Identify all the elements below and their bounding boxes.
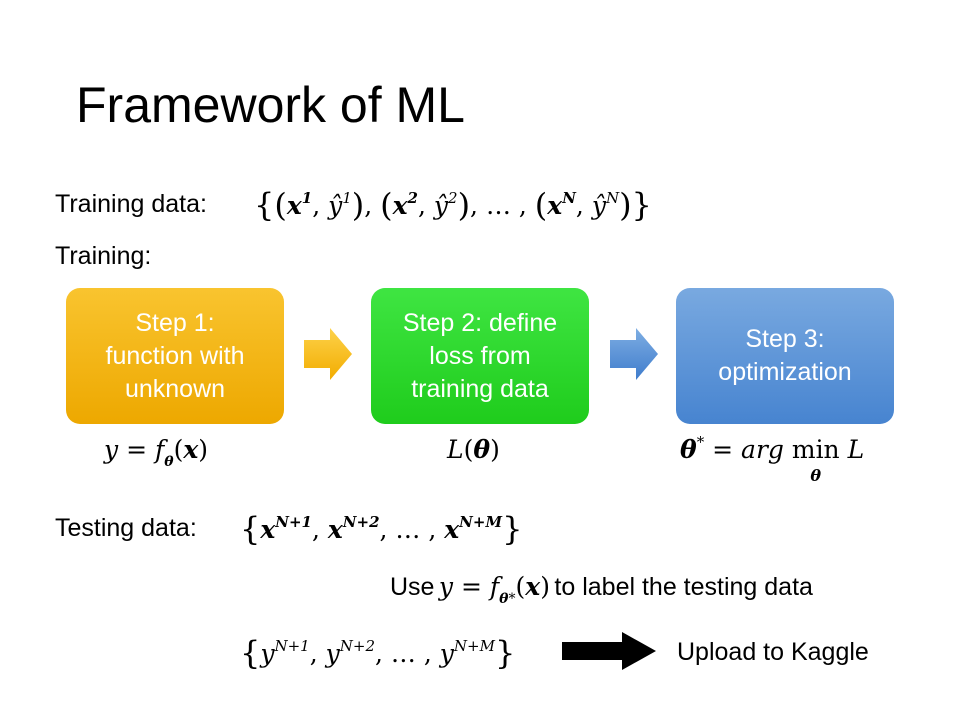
testing-x1: x (260, 515, 276, 544)
training-yhat1: ŷ (328, 191, 343, 220)
training-x2: x (392, 191, 408, 220)
step2-theta: θ (473, 435, 491, 464)
use-x: x (525, 572, 541, 601)
output-y2: y (325, 639, 340, 668)
step3-L: L (847, 435, 865, 464)
use-eq: = (461, 572, 482, 601)
use-f: f (489, 572, 500, 601)
testing-ellipsis: … (395, 515, 421, 544)
testing-xM-sup: N+M (459, 513, 503, 531)
output-y1-sup: N+1 (274, 637, 310, 655)
output-ellipsis: … (390, 639, 416, 668)
step3-formula: θ* = arg min θ L (680, 433, 865, 485)
use-star: * (508, 591, 516, 607)
step3-min: min θ (792, 433, 840, 485)
step1-f: f (154, 435, 165, 464)
testing-x2-sup: N+2 (342, 513, 380, 531)
use-theta: θ (499, 591, 509, 607)
step1-x: x (183, 435, 199, 464)
step2-label: Step 2: define loss from training data (402, 308, 558, 403)
testing-xM: x (444, 515, 460, 544)
use-y: y (438, 572, 454, 601)
step1-formula: y = fθ(x) (104, 435, 209, 470)
output-y1: y (260, 639, 275, 668)
arrow-step2-to-step3 (610, 328, 658, 380)
use-rest: to label the testing data (554, 573, 813, 601)
training-yhatN: ŷ (591, 191, 606, 220)
step1-eq: = (126, 435, 148, 464)
step2-box: Step 2: define loss from training data (371, 288, 589, 424)
training-label: Training: (55, 242, 152, 270)
upload-label: Upload to Kaggle (677, 638, 869, 666)
training-yhat1-sup: 1 (342, 189, 352, 207)
testing-data-set: {xN+1, xN+2, … , xN+M} (240, 510, 523, 548)
testing-x2: x (327, 515, 343, 544)
training-yhat2-sup: 2 (448, 189, 458, 207)
output-yM: y (439, 639, 454, 668)
step3-box: Step 3: optimization (676, 288, 894, 424)
training-ellipsis: … (485, 191, 511, 220)
step3-min-under: θ (810, 466, 822, 485)
arrow-step1-to-step2 (304, 328, 352, 380)
testing-x1-sup: N+1 (275, 513, 312, 531)
step1-label: Step 1: function with unknown (105, 308, 245, 403)
step3-arg: arg (741, 435, 784, 464)
use-formula: y = fθ*(x) (438, 572, 550, 607)
step1-theta: θ (164, 454, 174, 470)
use-line: Use y = fθ*(x) to label the testing data (390, 570, 813, 608)
step3-star: * (696, 433, 705, 451)
training-x1-sup: 1 (301, 189, 313, 207)
step1-box: Step 1: function with unknown (66, 288, 284, 424)
training-data-set: {(x1, ŷ1), (x2, ŷ2), … , (xN, ŷN)} (254, 186, 652, 224)
output-y2-sup: N+2 (339, 637, 376, 655)
training-yhat2: ŷ (433, 191, 449, 220)
training-xN: x (547, 191, 563, 220)
step2-L: L (447, 435, 464, 464)
step3-eq: = (712, 435, 734, 464)
slide-title: Framework of ML (76, 77, 465, 133)
output-yM-sup: N+M (453, 637, 495, 655)
training-data-label: Training data: (55, 190, 207, 218)
training-yhatN-sup: N (605, 189, 620, 207)
black-arrow (562, 632, 656, 670)
testing-data-label: Testing data: (55, 514, 197, 542)
training-xN-sup: N (562, 189, 576, 207)
output-set: {yN+1, yN+2, … , yN+M} (240, 634, 516, 672)
training-x2-sup: 2 (407, 189, 418, 207)
step1-y: y (104, 435, 119, 464)
step3-label: Step 3: optimization (718, 325, 852, 386)
step3-theta: θ (680, 435, 697, 464)
step2-formula: L(θ) (447, 435, 500, 464)
use-word: Use (390, 573, 435, 601)
training-x1: x (286, 191, 302, 220)
